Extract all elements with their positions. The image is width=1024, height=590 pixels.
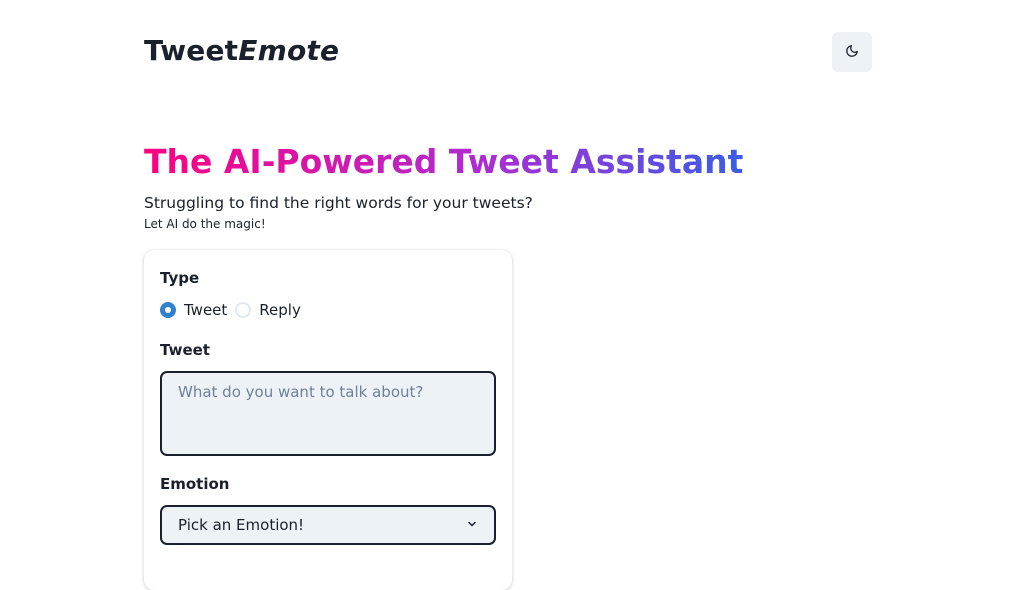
radio-option-tweet[interactable]: Tweet — [160, 301, 227, 319]
radio-reply-label: Reply — [259, 301, 301, 319]
chevron-down-icon — [466, 516, 478, 534]
moon-icon — [845, 44, 859, 61]
emotion-select[interactable]: Pick an Emotion! — [160, 505, 496, 545]
radio-tweet-checked[interactable] — [160, 302, 176, 318]
tweet-form-card: Type Tweet Reply Tweet Emotion Pick an E… — [144, 250, 512, 590]
type-label: Type — [160, 269, 200, 287]
emotion-label: Emotion — [160, 475, 230, 493]
app-logo[interactable]: TweetEmote — [144, 34, 339, 67]
hero-tagline: Let AI do the magic! — [144, 217, 266, 231]
radio-reply-unchecked[interactable] — [235, 302, 252, 318]
hero-subtitle: Struggling to find the right words for y… — [144, 194, 533, 212]
tweet-textarea[interactable] — [160, 371, 496, 456]
logo-text-tweet: Tweet — [144, 34, 239, 67]
radio-option-reply[interactable]: Reply — [235, 301, 301, 319]
type-radio-group: Tweet Reply — [160, 301, 309, 319]
theme-toggle-button[interactable] — [832, 32, 872, 72]
hero-title: The AI-Powered Tweet Assistant — [144, 142, 744, 181]
logo-text-emote: Emote — [238, 34, 340, 67]
tweet-label: Tweet — [160, 341, 210, 359]
emotion-select-value: Pick an Emotion! — [178, 516, 305, 534]
radio-tweet-label: Tweet — [184, 301, 228, 319]
